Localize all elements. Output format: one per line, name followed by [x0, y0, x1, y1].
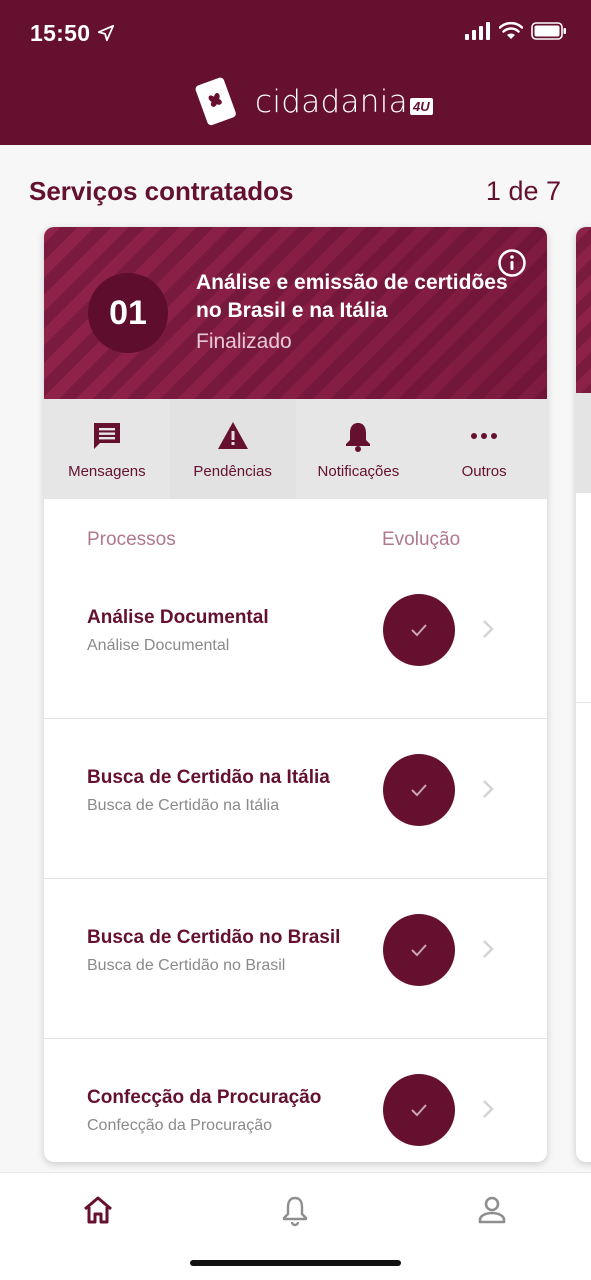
pager-indicator: 1 de 7 — [485, 176, 561, 206]
battery-icon — [531, 22, 566, 40]
action-more-label: Outros — [461, 462, 507, 480]
logo-text: cidadania — [255, 84, 408, 120]
action-messages[interactable]: Mensagens — [44, 399, 170, 499]
logo-badge: 4U — [409, 97, 433, 115]
process-row[interactable]: Busca de Certidão na Itália Busca de Cer… — [44, 719, 547, 879]
action-notifications-label: Notificações — [317, 462, 400, 480]
message-icon — [93, 422, 120, 449]
process-title: Busca de Certidão na Itália — [87, 767, 330, 788]
chevron-right-icon — [483, 1100, 494, 1118]
process-subtitle: Análise Documental — [87, 637, 230, 654]
next-service-card[interactable] — [576, 227, 591, 1162]
process-subtitle: Busca de Certidão na Itália — [87, 797, 280, 814]
completed-check-icon — [383, 754, 455, 826]
process-title: Análise Documental — [87, 607, 269, 628]
service-actions: Mensagens Pendências Notificações Outros — [44, 399, 547, 499]
processes-column-label: Processos — [87, 529, 176, 550]
bell-icon — [346, 422, 371, 452]
logo-mark-icon — [195, 77, 236, 126]
process-list-header: Processos Evolução — [44, 499, 547, 559]
service-number: 01 — [88, 273, 168, 353]
process-title: Confecção da Procuração — [87, 1087, 322, 1108]
page-title: Serviços contratados — [29, 176, 294, 206]
action-pending-label: Pendências — [193, 462, 272, 480]
process-subtitle: Busca de Certidão no Brasil — [87, 957, 286, 974]
completed-check-icon — [383, 1074, 455, 1146]
action-more[interactable]: Outros — [421, 399, 547, 499]
profile-icon[interactable] — [475, 1193, 509, 1227]
action-messages-label: Mensagens — [68, 462, 146, 480]
location-arrow-icon — [97, 24, 115, 42]
action-pending[interactable]: Pendências — [169, 399, 296, 499]
info-icon[interactable] — [497, 248, 527, 278]
chevron-right-icon — [483, 620, 494, 638]
evolution-column-label: Evolução — [382, 529, 461, 550]
status-time: 15:50 — [30, 20, 91, 46]
home-indicator — [190, 1260, 401, 1266]
service-status: Finalizado — [196, 330, 292, 353]
status-indicators — [465, 22, 567, 40]
more-icon — [471, 432, 498, 439]
process-row[interactable]: Busca de Certidão no Brasil Busca de Cer… — [44, 879, 547, 1039]
service-card-header: 01 Análise e emissão de certidões no Bra… — [44, 227, 547, 399]
warning-icon — [217, 421, 248, 449]
service-card[interactable]: 01 Análise e emissão de certidões no Bra… — [44, 227, 547, 1162]
process-row[interactable]: Confecção da Procuração Confecção da Pro… — [44, 1039, 547, 1162]
process-title: Busca de Certidão no Brasil — [87, 927, 341, 948]
service-title: Análise e emissão de certidões no Brasil… — [196, 271, 508, 322]
completed-check-icon — [383, 594, 455, 666]
process-subtitle: Confecção da Procuração — [87, 1117, 272, 1134]
chevron-right-icon — [483, 940, 494, 958]
home-icon[interactable] — [81, 1193, 115, 1227]
process-row[interactable]: Análise Documental Análise Documental — [44, 559, 547, 719]
chevron-right-icon — [483, 780, 494, 798]
signal-icon — [465, 22, 490, 40]
app-logo: cidadania 4U — [193, 76, 433, 128]
completed-check-icon — [383, 914, 455, 986]
wifi-icon — [499, 22, 523, 39]
bell-icon[interactable] — [278, 1193, 312, 1227]
action-notifications[interactable]: Notificações — [296, 399, 422, 499]
app-header: 15:50 cidadania 4U — [0, 0, 591, 145]
